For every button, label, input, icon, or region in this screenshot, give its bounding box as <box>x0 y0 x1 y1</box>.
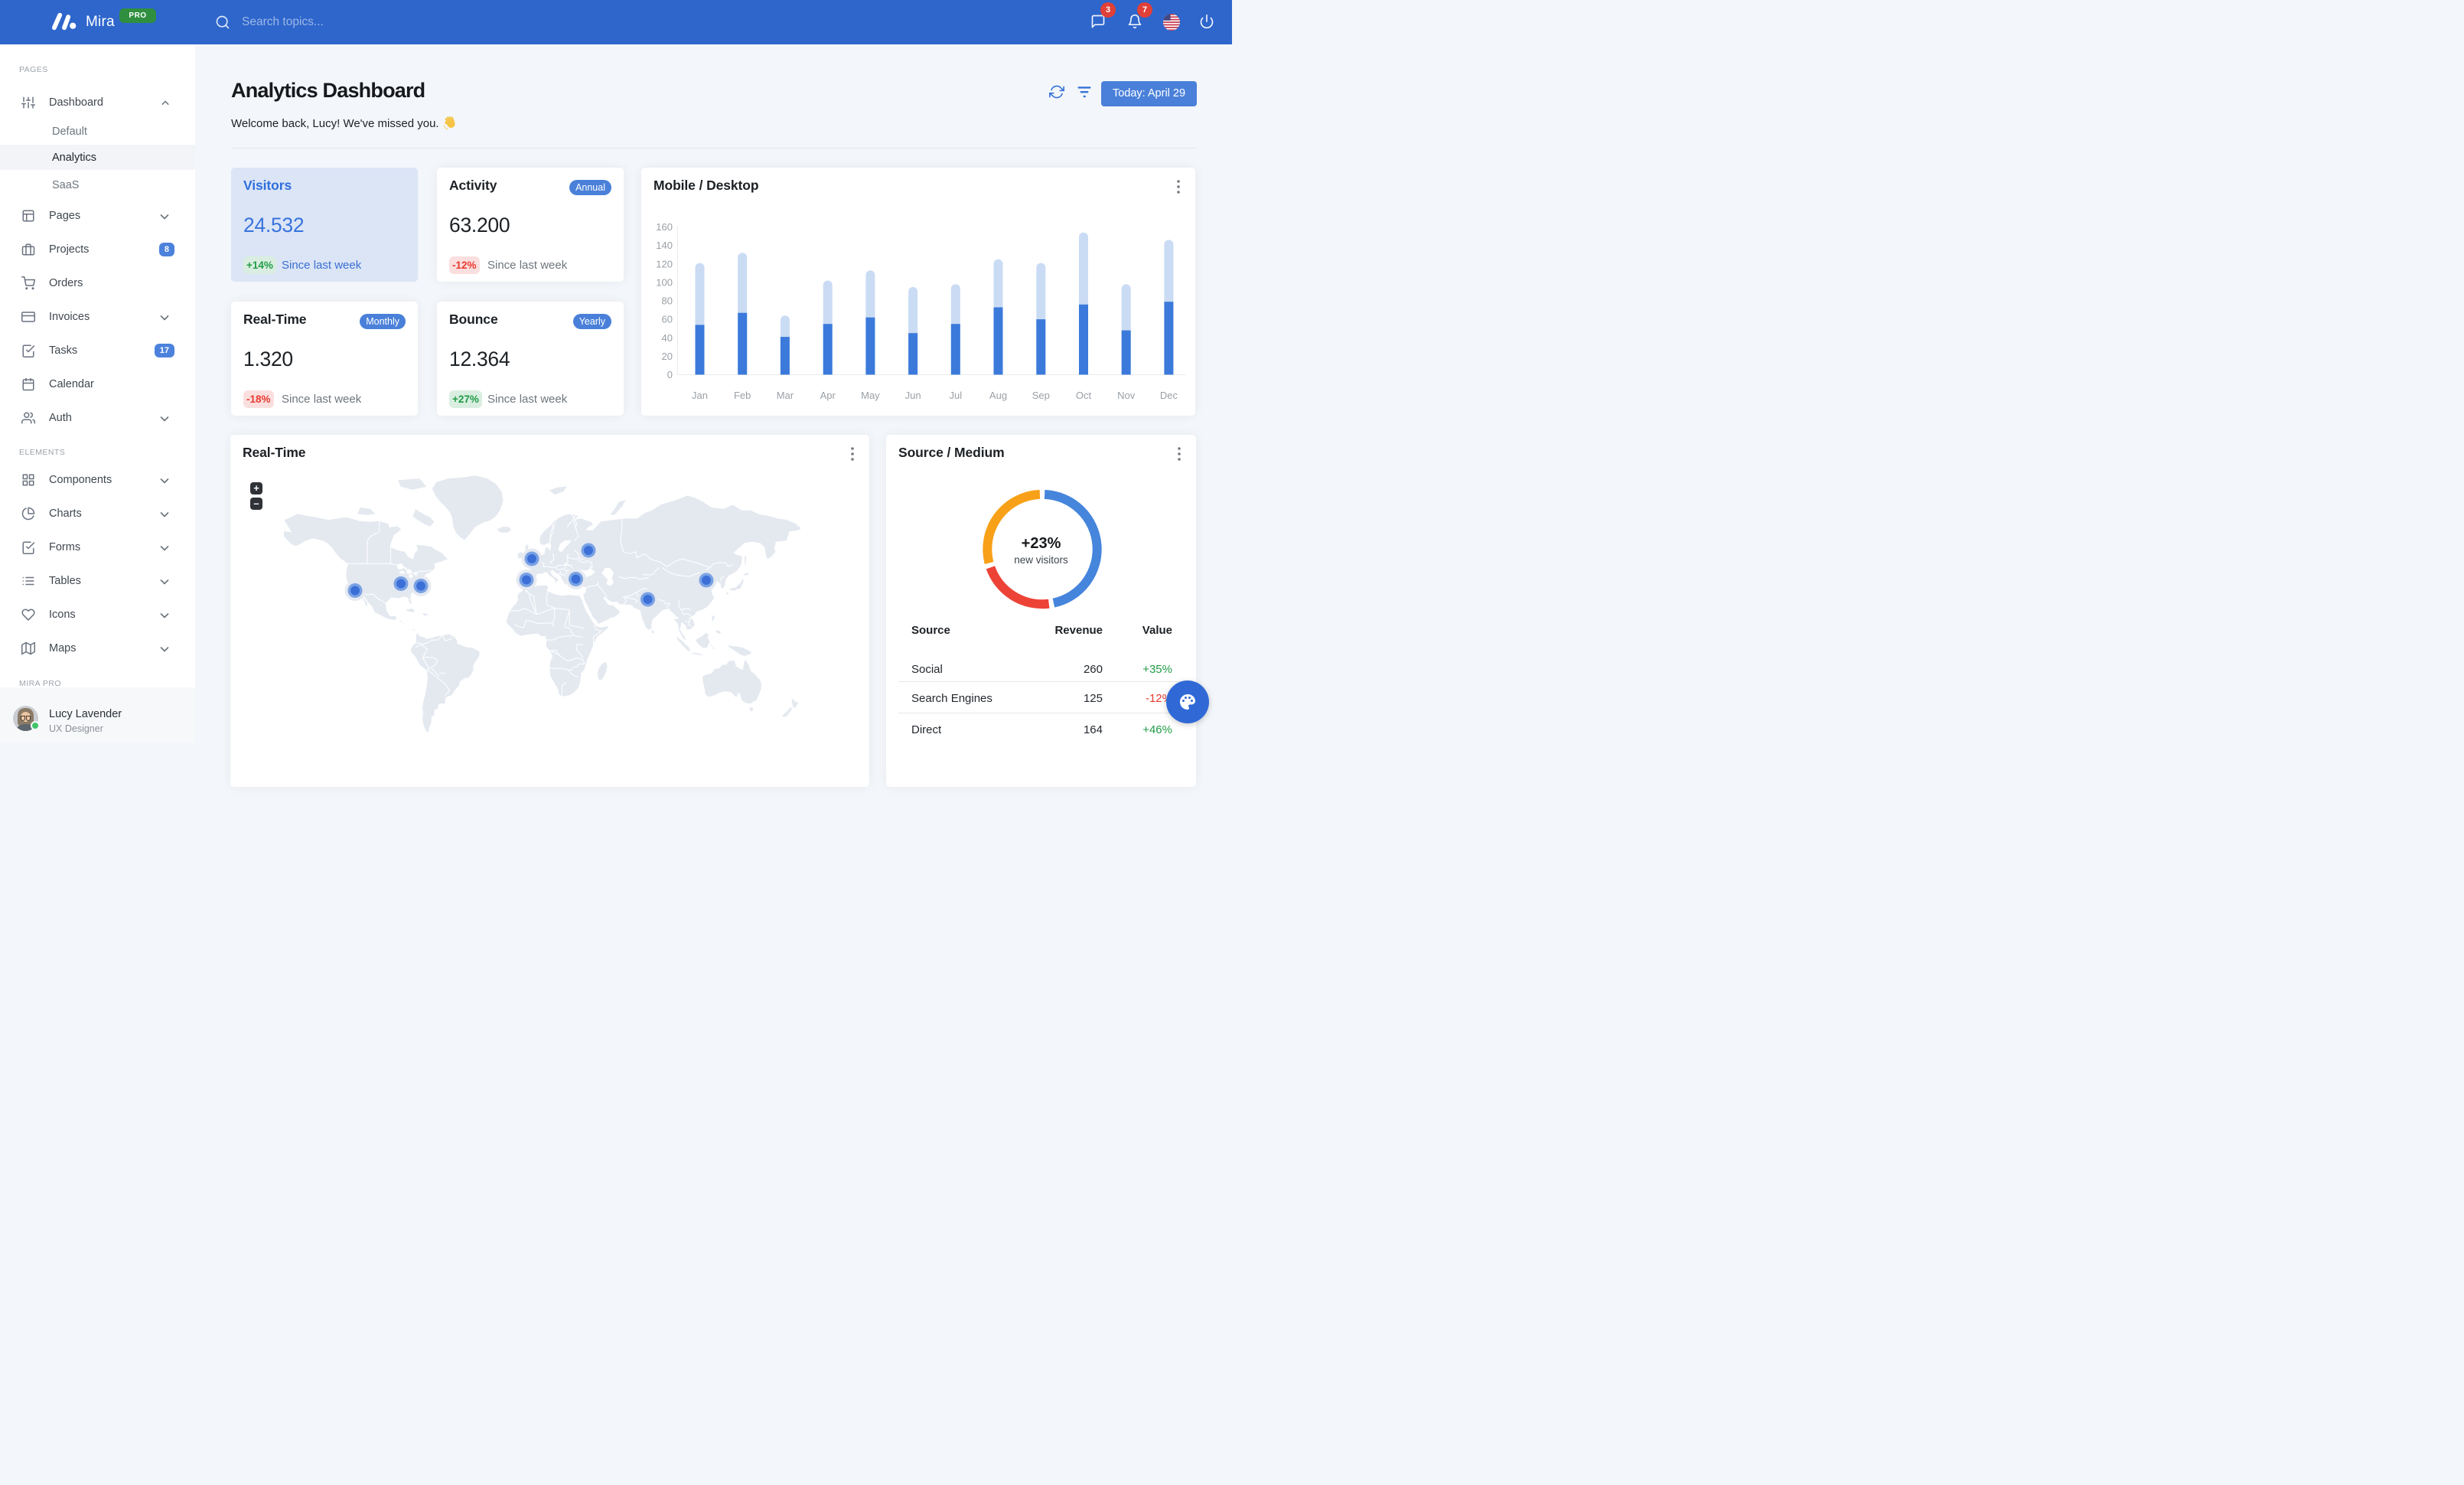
svg-text:Sep: Sep <box>1032 390 1050 401</box>
svg-text:20: 20 <box>662 351 673 362</box>
svg-text:Jan: Jan <box>692 390 708 401</box>
svg-text:Jul: Jul <box>949 390 962 401</box>
svg-text:Apr: Apr <box>820 390 836 401</box>
svg-text:120: 120 <box>656 258 673 269</box>
svg-text:140: 140 <box>656 240 673 251</box>
svg-text:Aug: Aug <box>989 390 1007 401</box>
svg-text:Feb: Feb <box>734 390 751 401</box>
svg-text:Dec: Dec <box>1160 390 1178 401</box>
svg-text:Nov: Nov <box>1117 390 1136 401</box>
svg-text:80: 80 <box>662 295 673 307</box>
svg-text:May: May <box>861 390 880 401</box>
svg-text:Mar: Mar <box>777 390 794 401</box>
svg-text:0: 0 <box>667 369 673 380</box>
svg-text:Oct: Oct <box>1076 390 1092 401</box>
svg-text:Jun: Jun <box>905 390 921 401</box>
svg-text:100: 100 <box>656 276 673 288</box>
svg-text:60: 60 <box>662 314 673 325</box>
svg-text:160: 160 <box>656 221 673 233</box>
svg-text:40: 40 <box>662 332 673 344</box>
